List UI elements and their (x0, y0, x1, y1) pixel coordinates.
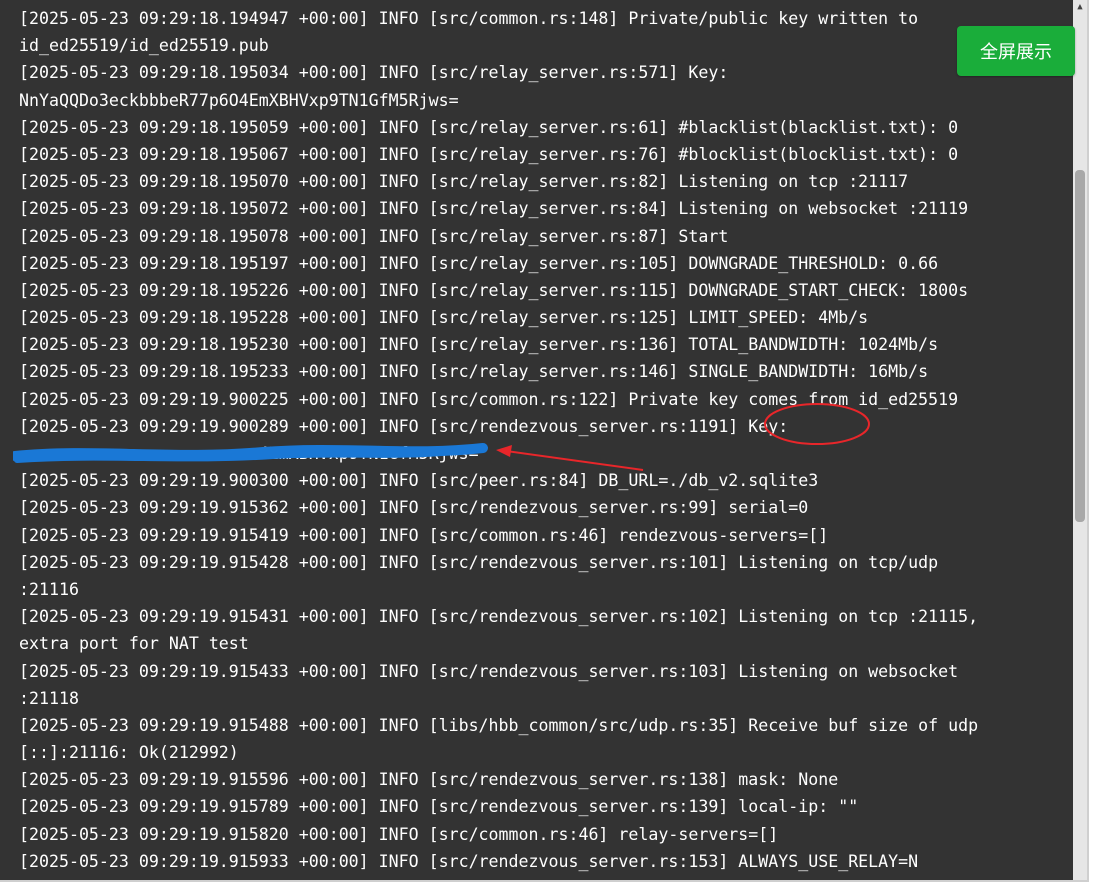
log-line: [2025-05-23 09:29:19.900300 +00:00] INFO… (19, 471, 819, 491)
log-line: [2025-05-23 09:29:19.900225 +00:00] INFO… (19, 389, 959, 409)
log-line: [2025-05-23 09:29:19.915933 +00:00] INFO… (19, 851, 919, 871)
vertical-scrollbar[interactable]: ▲ (1073, 0, 1087, 880)
log-line: [2025-05-23 09:29:19.915433 +00:00] INFO… (19, 661, 959, 681)
log-line: 4EmXBHVxp9TN1GfM5Rjws= (13, 440, 1069, 467)
log-line: [2025-05-23 09:29:19.900289 +00:00] INFO… (19, 416, 789, 436)
log-line: [2025-05-23 09:29:18.195233 +00:00] INFO… (19, 362, 929, 382)
log-line: [2025-05-23 09:29:18.195230 +00:00] INFO… (19, 335, 939, 355)
log-line: :21118 (19, 688, 79, 708)
log-line: [2025-05-23 09:29:19.915419 +00:00] INFO… (19, 525, 829, 545)
log-line: [2025-05-23 09:29:18.195067 +00:00] INFO… (19, 144, 959, 164)
log-line: [2025-05-23 09:29:18.195034 +00:00] INFO… (19, 63, 729, 83)
log-line: [2025-05-23 09:29:19.915596 +00:00] INFO… (19, 770, 839, 790)
log-output: [2025-05-23 09:29:18.194947 +00:00] INFO… (13, 5, 1069, 875)
log-line: [2025-05-23 09:29:19.915820 +00:00] INFO… (19, 824, 779, 844)
log-line: :21116 (19, 579, 79, 599)
log-line: [2025-05-23 09:29:19.915488 +00:00] INFO… (19, 715, 979, 735)
log-line: [2025-05-23 09:29:19.915362 +00:00] INFO… (19, 498, 809, 518)
log-line: [2025-05-23 09:29:18.195228 +00:00] INFO… (19, 308, 869, 328)
log-line: extra port for NAT test (19, 634, 249, 654)
log-line: [2025-05-23 09:29:18.195226 +00:00] INFO… (19, 280, 969, 300)
scroll-up-arrow-icon[interactable]: ▲ (1073, 0, 1087, 14)
scrollbar-thumb[interactable] (1075, 170, 1085, 522)
log-line: NnYaQQDo3eckbbbeR77p6O4EmXBHVxp9TN1GfM5R… (19, 90, 459, 110)
log-line: [2025-05-23 09:29:18.195197 +00:00] INFO… (19, 253, 939, 273)
log-line: [2025-05-23 09:29:18.195078 +00:00] INFO… (19, 226, 729, 246)
log-line: [::]:21116: Ok(212992) (19, 743, 239, 763)
log-line: id_ed25519/id_ed25519.pub (19, 36, 269, 56)
log-line: [2025-05-23 09:29:18.195070 +00:00] INFO… (19, 172, 909, 192)
log-line: [2025-05-23 09:29:18.194947 +00:00] INFO… (19, 9, 919, 28)
log-line: [2025-05-23 09:29:18.195059 +00:00] INFO… (19, 117, 959, 137)
fullscreen-button[interactable]: 全屏展示 (957, 26, 1075, 76)
log-line: [2025-05-23 09:29:19.915431 +00:00] INFO… (19, 607, 979, 627)
log-console[interactable]: [2025-05-23 09:29:18.194947 +00:00] INFO… (0, 0, 1089, 882)
log-line: [2025-05-23 09:29:19.915428 +00:00] INFO… (19, 552, 939, 572)
log-line: [2025-05-23 09:29:18.195072 +00:00] INFO… (19, 199, 969, 219)
log-line: [2025-05-23 09:29:19.915789 +00:00] INFO… (19, 797, 859, 817)
redaction-scribble (13, 443, 488, 463)
